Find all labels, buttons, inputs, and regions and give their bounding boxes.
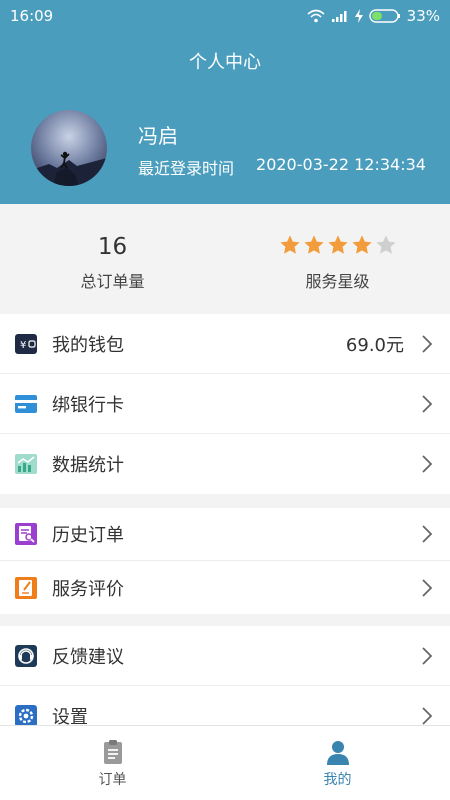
person-icon [327, 741, 349, 765]
review-icon [14, 576, 38, 600]
last-login-row: 最近登录时间 2020-03-22 12:34:34 [138, 155, 426, 179]
tab-mine[interactable]: 我的 [225, 726, 450, 800]
chevron-right-icon [422, 334, 432, 353]
status-time: 16:09 [10, 7, 54, 25]
last-login-time: 2020-03-22 12:34:34 [256, 155, 426, 174]
order-count-label: 总订单量 [80, 272, 145, 291]
menu-group-finance: ¥ 我的钱包 69.0元 绑银行卡 数据统计 [0, 314, 450, 494]
stats-panel: 16 总订单量 服务星级 [0, 204, 450, 312]
menu-item-order-history[interactable]: 历史订单 [0, 508, 450, 561]
menu-group-orders: 历史订单 服务评价 [0, 508, 450, 614]
star-filled-icon [303, 235, 324, 254]
menu-item-bank-card[interactable]: 绑银行卡 [0, 374, 450, 434]
wallet-balance: 69.0元 [345, 334, 404, 356]
rating-stars [225, 234, 450, 256]
chevron-right-icon [422, 646, 432, 665]
bottom-tab-bar: 订单 我的 [0, 725, 450, 800]
star-filled-icon [327, 235, 348, 254]
menu-item-wallet[interactable]: ¥ 我的钱包 69.0元 [0, 314, 450, 374]
star-empty-icon [375, 235, 396, 254]
battery-icon [368, 9, 400, 23]
status-icons: 33% [307, 7, 440, 25]
chart-icon [14, 452, 38, 476]
menu-item-service-review[interactable]: 服务评价 [0, 561, 450, 614]
service-rating-stat: 服务星级 [225, 204, 450, 312]
menu-item-feedback[interactable]: 反馈建议 [0, 626, 450, 686]
service-rating-label: 服务星级 [305, 272, 370, 291]
order-count-stat: 16 总订单量 [0, 204, 225, 312]
menu-label-order-history: 历史订单 [52, 525, 124, 546]
last-login-label: 最近登录时间 [138, 159, 235, 178]
menu-label-bank-card: 绑银行卡 [52, 394, 124, 416]
star-filled-icon [351, 235, 372, 254]
chevron-right-icon [422, 394, 432, 413]
wifi-icon [307, 9, 325, 23]
chevron-right-icon [422, 578, 432, 597]
page-title: 个人中心 [189, 52, 261, 73]
tab-label-orders: 订单 [98, 772, 127, 788]
menu-label-feedback: 反馈建议 [52, 646, 124, 668]
chevron-right-icon [422, 525, 432, 543]
clipboard-icon [104, 740, 122, 764]
order-count-value: 16 [97, 234, 128, 260]
star-filled-icon [279, 235, 300, 254]
signal-icon [331, 11, 347, 22]
avatar[interactable] [31, 110, 107, 186]
wallet-icon: ¥ [14, 332, 38, 356]
battery-percent: 33% [406, 7, 440, 25]
tab-orders[interactable]: 订单 [0, 726, 225, 800]
menu-label-statistics: 数据统计 [52, 455, 124, 476]
menu-item-statistics[interactable]: 数据统计 [0, 434, 450, 494]
svg-text:¥: ¥ [20, 340, 26, 351]
profile-header: 16:09 33% 个人中心 冯启 最近登录时间 2020-03-22 12:3… [0, 0, 450, 204]
menu-label-service-review: 服务评价 [52, 578, 124, 600]
user-name: 冯启 [138, 124, 178, 148]
status-bar: 16:09 33% [0, 0, 450, 32]
chevron-right-icon [422, 455, 432, 473]
charging-icon [354, 9, 363, 23]
feedback-icon [14, 644, 38, 668]
avatar-image [31, 110, 107, 186]
history-orders-icon [14, 522, 38, 546]
chevron-right-icon [422, 707, 432, 725]
menu-label-wallet: 我的钱包 [52, 334, 124, 356]
tab-label-mine: 我的 [323, 772, 352, 788]
credit-card-icon [14, 392, 38, 416]
